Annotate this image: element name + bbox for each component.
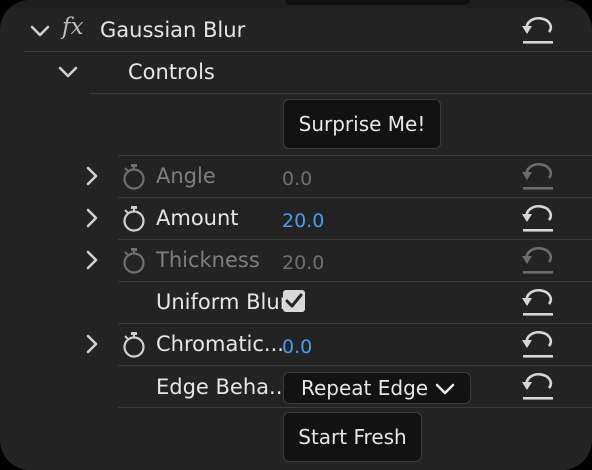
start-fresh-button[interactable]: Start Fresh — [283, 412, 422, 462]
chevron-down-icon — [435, 383, 455, 395]
reset-icon[interactable] — [520, 16, 556, 46]
effect-controls-panel: fx Gaussian Blur Controls Surprise Me! A… — [0, 0, 592, 470]
reset-icon[interactable] — [520, 372, 556, 402]
amount-value[interactable]: 20.0 — [282, 208, 324, 234]
checkmark-icon — [285, 293, 303, 308]
reset-icon[interactable] — [520, 246, 556, 276]
surprise-me-button[interactable]: Surprise Me! — [283, 99, 441, 149]
reset-icon[interactable] — [520, 288, 556, 318]
edge-behavior-dropdown[interactable]: Repeat Edge — [283, 372, 471, 404]
chevron-right-icon[interactable] — [83, 207, 101, 229]
reset-icon[interactable] — [520, 204, 556, 234]
chromatic-value[interactable]: 0.0 — [282, 334, 312, 360]
divider — [118, 365, 592, 366]
amount-label: Amount — [156, 206, 239, 230]
edge-behavior-value: Repeat Edge — [301, 376, 429, 400]
chevron-right-icon[interactable] — [83, 165, 101, 187]
stopwatch-icon[interactable] — [121, 331, 147, 359]
top-field — [285, 0, 470, 5]
stopwatch-icon[interactable] — [121, 247, 147, 275]
angle-label: Angle — [156, 164, 216, 188]
fx-icon[interactable]: fx — [62, 14, 83, 40]
chromatic-label: Chromatic... — [156, 332, 284, 356]
thickness-value[interactable]: 20.0 — [282, 250, 324, 276]
divider — [118, 407, 592, 408]
divider — [118, 155, 592, 156]
angle-value[interactable]: 0.0 — [282, 166, 312, 192]
top-bar — [0, 0, 592, 8]
divider — [90, 93, 592, 94]
edge-behavior-label: Edge Beha... — [156, 375, 290, 399]
thickness-label: Thickness — [156, 248, 260, 272]
uniform-blur-checkbox[interactable] — [283, 290, 305, 312]
divider — [118, 281, 592, 282]
divider — [118, 197, 592, 198]
reset-icon[interactable] — [520, 162, 556, 192]
stopwatch-icon[interactable] — [121, 205, 147, 233]
chevron-down-icon[interactable] — [29, 21, 51, 41]
reset-icon[interactable] — [520, 330, 556, 360]
chevron-down-icon[interactable] — [57, 62, 79, 82]
divider — [118, 239, 592, 240]
divider — [118, 323, 592, 324]
uniform-blur-label: Uniform Blur — [156, 290, 284, 314]
chevron-right-icon[interactable] — [83, 249, 101, 271]
stopwatch-icon[interactable] — [121, 163, 147, 191]
chevron-right-icon[interactable] — [83, 333, 101, 355]
controls-label: Controls — [128, 60, 215, 84]
effect-name: Gaussian Blur — [100, 18, 246, 42]
divider — [24, 51, 592, 52]
